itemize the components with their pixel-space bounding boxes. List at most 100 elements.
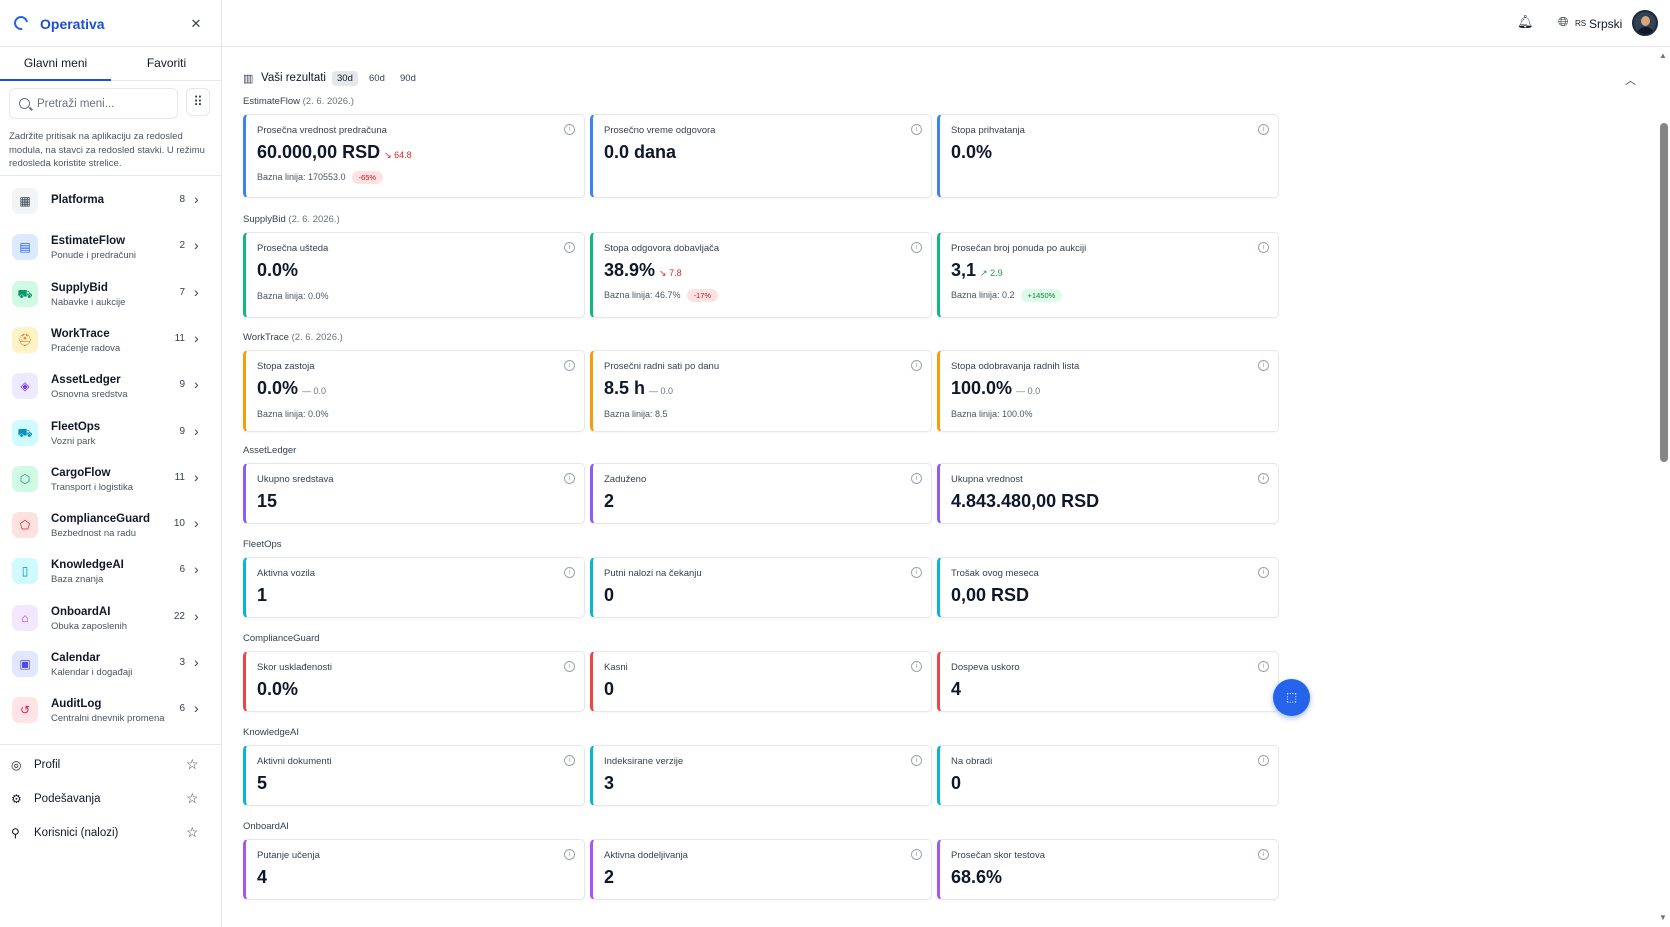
baseline-row: Bazna linija: 0.2 +1450% <box>951 289 1063 302</box>
sidebar-item-fleetops[interactable]: ⛟ FleetOps Vozni park 9 › <box>0 414 222 458</box>
metric-value-text: 0,00 RSD <box>951 585 1030 605</box>
sidebar-item-cargoflow[interactable]: ⬡ CargoFlow Transport i logistika 11 › <box>0 460 222 504</box>
info-icon[interactable]: i <box>564 661 575 672</box>
metric-value: 15 <box>257 491 277 512</box>
info-icon[interactable]: i <box>911 755 922 766</box>
sidebar-item-knowledgeai[interactable]: ▯ KnowledgeAI Baza znanja 6 › <box>0 552 222 596</box>
info-icon[interactable]: i <box>1258 473 1269 484</box>
metric-value-text: 4.843.480,00 RSD <box>951 491 1100 511</box>
sidebar-item-onboardai[interactable]: ⌂ OnboardAI Obuka zaposlenih 22 › <box>0 599 222 643</box>
nav-profile[interactable]: ◎ Profil ☆ <box>0 752 222 782</box>
chevron-right-icon: › <box>194 376 199 393</box>
metric-label: Na obradi <box>951 756 993 767</box>
metric-label: Stopa odgovora dobavljača <box>604 243 720 254</box>
info-icon[interactable]: i <box>1258 661 1269 672</box>
info-icon[interactable]: i <box>1258 849 1269 860</box>
metric-value: 8.5 h — 0.0 <box>604 378 673 399</box>
assistant-bot-button[interactable]: ⬚ <box>1273 679 1310 716</box>
tab-favorites[interactable]: Favoriti <box>111 47 222 81</box>
sidebar-item-title: ComplianceGuard <box>51 513 151 526</box>
metric-label: Kasni <box>604 662 628 673</box>
chevron-right-icon: › <box>194 422 199 439</box>
scroll-thumb[interactable] <box>1660 123 1668 462</box>
baseline-row: Bazna linija: 0.0% <box>257 291 329 301</box>
info-icon[interactable]: i <box>564 849 575 860</box>
info-icon[interactable]: i <box>1258 755 1269 766</box>
metric-value-text: 60.000,00 RSD <box>257 142 381 162</box>
section-name: ComplianceGuard <box>243 633 320 644</box>
metric-label: Stopa prihvatanja <box>951 125 1025 136</box>
scroll-down-arrow-icon[interactable]: ▼ <box>1659 913 1667 922</box>
metric-value: 38.9% ↘ 7.8 <box>604 260 682 281</box>
reorder-grid-icon[interactable]: ⠿ <box>186 88 210 116</box>
nav-users-label: Korisnici (nalozi) <box>34 827 119 839</box>
info-icon[interactable]: i <box>564 360 575 371</box>
sidebar-item-subtitle: Centralni dnevnik promena <box>51 713 165 725</box>
info-icon[interactable]: i <box>564 473 575 484</box>
section-name: AssetLedger <box>243 445 297 456</box>
sidebar-item-title: EstimateFlow <box>51 235 126 248</box>
favorite-star-icon[interactable]: ☆ <box>186 790 199 807</box>
sidebar-item-title: OnboardAI <box>51 605 111 618</box>
sidebar-item-count: 6 <box>179 564 185 576</box>
favorite-star-icon[interactable]: ☆ <box>186 756 199 773</box>
info-icon[interactable]: i <box>911 473 922 484</box>
range-90d[interactable]: 90d <box>395 71 421 86</box>
unpin-sidebar-icon[interactable]: ✕ <box>187 15 205 33</box>
sidebar-item-estimateflow[interactable]: ▤ EstimateFlow Ponude i predračuni 2 › <box>0 228 222 272</box>
info-icon[interactable]: i <box>911 124 922 135</box>
info-icon[interactable]: i <box>1258 124 1269 135</box>
info-icon[interactable]: i <box>564 567 575 578</box>
avatar[interactable] <box>1632 10 1658 36</box>
metric-value: 1 <box>257 585 267 606</box>
metric-value: 60.000,00 RSD ↘ 64.8 <box>257 142 412 163</box>
info-icon[interactable]: i <box>911 242 922 253</box>
sidebar-item-supplybid[interactable]: ⛟ SupplyBid Nabavke i aukcije 7 › <box>0 275 222 319</box>
sidebar-item-assetledger[interactable]: ◈ AssetLedger Osnovna sredstva 9 › <box>0 367 222 411</box>
section-title: OnboardAI <box>243 821 289 832</box>
sidebar-item-calendar[interactable]: ▣ Calendar Kalendar i događaji 3 › <box>0 645 222 689</box>
info-icon[interactable]: i <box>564 242 575 253</box>
logo-icon <box>11 13 31 33</box>
sidebar-item-worktrace[interactable]: ⛑ WorkTrace Praćenje radova 11 › <box>0 321 222 365</box>
tab-main-menu[interactable]: Glavni meni <box>0 47 111 81</box>
sidebar-item-count: 2 <box>179 240 185 252</box>
nav-users[interactable]: ⚲ Korisnici (nalozi) ☆ <box>0 820 222 850</box>
scrollbar[interactable]: ▲ ▼ <box>1657 47 1670 927</box>
metric-label: Stopa zastoja <box>257 361 315 372</box>
language-selector[interactable]: Srpski <box>1589 17 1622 31</box>
info-icon[interactable]: i <box>911 849 922 860</box>
favorite-star-icon[interactable]: ☆ <box>186 824 199 841</box>
info-icon[interactable]: i <box>1258 242 1269 253</box>
bell-icon[interactable]: 🔔︎ <box>1517 14 1534 30</box>
metric-card: Prosečno vreme odgovora i 0.0 dana <box>590 114 932 198</box>
menu-search-input[interactable] <box>37 95 172 113</box>
metric-value-text: 0 <box>951 773 962 793</box>
sidebar-item-count: 3 <box>179 657 185 668</box>
package-icon: ⬡ <box>12 465 38 492</box>
info-icon[interactable]: i <box>1258 360 1269 371</box>
scroll-up-arrow-icon[interactable]: ▲ <box>1659 51 1667 60</box>
metric-value-text: 4 <box>951 679 962 699</box>
info-icon[interactable]: i <box>911 360 922 371</box>
sidebar-item-auditlog[interactable]: ↺ AuditLog Centralni dnevnik promena 6 › <box>0 691 222 735</box>
hardhat-icon: ⛑ <box>12 326 38 353</box>
globe-icon[interactable]: 🌐︎ <box>1558 14 1568 30</box>
info-icon[interactable]: i <box>564 124 575 135</box>
info-icon[interactable]: i <box>564 755 575 766</box>
bar-chart-icon: ▥ <box>243 73 254 85</box>
sidebar-item-complianceguard[interactable]: ⬠ ComplianceGuard Bezbednost na radu 10 › <box>0 506 222 550</box>
range-30d[interactable]: 30d <box>332 71 358 86</box>
chevron-up-icon[interactable]: ︿ <box>1625 72 1636 88</box>
info-icon[interactable]: i <box>1258 567 1269 578</box>
nav-settings[interactable]: ⚙ Podešavanja ☆ <box>0 786 222 816</box>
sidebar-item-platforma[interactable]: ▦ Platforma 8 › <box>0 182 222 226</box>
info-icon[interactable]: i <box>911 567 922 578</box>
truck-icon: ⛟ <box>12 419 38 446</box>
trend-delta: ↘ 64.8 <box>384 150 412 160</box>
metric-label: Zaduženo <box>604 474 647 485</box>
info-icon[interactable]: i <box>911 661 922 672</box>
trend-delta-value: 0.0 <box>660 386 674 396</box>
range-60d[interactable]: 60d <box>364 71 390 86</box>
trend-delta-value: 7.8 <box>669 268 682 278</box>
